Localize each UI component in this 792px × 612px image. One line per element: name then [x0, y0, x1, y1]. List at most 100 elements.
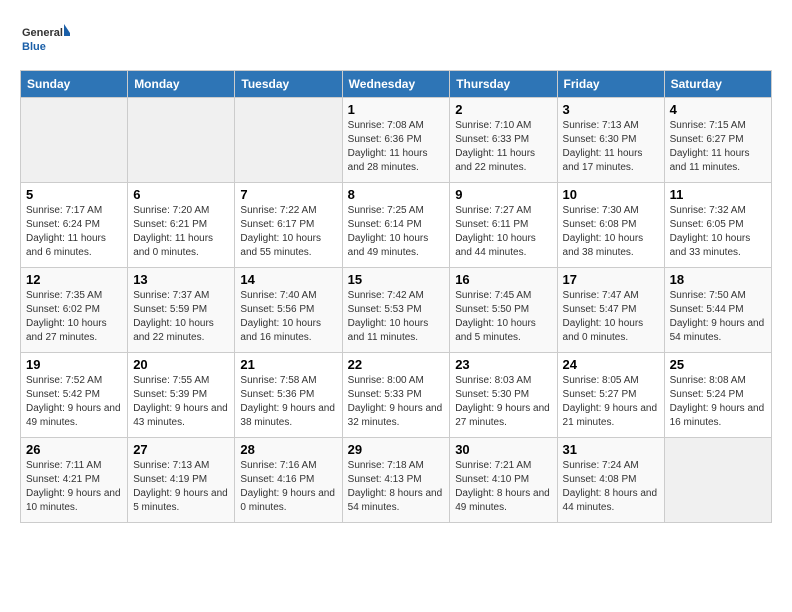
calendar-cell: 11 Sunrise: 7:32 AMSunset: 6:05 PMDayligh…	[664, 183, 771, 268]
calendar-week-row: 26Sunrise: 7:11 AMSunset: 4:21 PMDayligh…	[21, 438, 772, 523]
day-number: 28	[240, 442, 336, 457]
calendar-cell: 3Sunrise: 7:13 AMSunset: 6:30 PMDaylight…	[557, 98, 664, 183]
calendar-cell: 18 Sunrise: 7:50 AMSunset: 5:44 PMDayligh…	[664, 268, 771, 353]
calendar-cell: 20Sunrise: 7:55 AMSunset: 5:39 PMDayligh…	[128, 353, 235, 438]
day-number: 27	[133, 442, 229, 457]
calendar-cell: 10Sunrise: 7:30 AMSunset: 6:08 PMDayligh…	[557, 183, 664, 268]
calendar-cell	[21, 98, 128, 183]
cell-info: Sunrise: 7:40 AMSunset: 5:56 PMDaylight:…	[240, 289, 336, 345]
calendar-cell	[128, 98, 235, 183]
day-number: 8	[348, 187, 445, 202]
calendar-cell: 23 Sunrise: 8:03 AMSunset: 5:30 PMDayligh…	[450, 353, 557, 438]
day-number: 29	[348, 442, 445, 457]
cell-info: Sunrise: 7:45 AMSunset: 5:50 PMDaylight:…	[455, 289, 551, 345]
calendar-cell: 31 Sunrise: 7:24 AMSunset: 4:08 PMDayligh…	[557, 438, 664, 523]
days-header-row: SundayMondayTuesdayWednesdayThursdayFrid…	[21, 71, 772, 98]
cell-info: Sunrise: 7:25 AMSunset: 6:14 PMDaylight:…	[348, 204, 445, 260]
cell-info: Sunrise: 7:58 AMSunset: 5:36 PMDaylight:…	[240, 374, 336, 430]
cell-info: Sunrise: 8:05 AMSunset: 5:27 PMDaylight:…	[563, 374, 659, 430]
day-number: 2	[455, 102, 551, 117]
cell-info: Sunrise: 7:50 AMSunset: 5:44 PMDaylight:…	[670, 289, 766, 345]
day-number: 14	[240, 272, 336, 287]
cell-info: Sunrise: 8:00 AMSunset: 5:33 PMDaylight:…	[348, 374, 445, 430]
day-number: 10	[563, 187, 659, 202]
calendar-cell: 5 Sunrise: 7:17 AMSunset: 6:24 PMDaylight…	[21, 183, 128, 268]
day-number: 17	[563, 272, 659, 287]
day-number: 24	[563, 357, 659, 372]
calendar-cell: 12 Sunrise: 7:35 AMSunset: 6:02 PMDayligh…	[21, 268, 128, 353]
calendar-week-row: 5 Sunrise: 7:17 AMSunset: 6:24 PMDaylight…	[21, 183, 772, 268]
day-header-monday: Monday	[128, 71, 235, 98]
cell-info: Sunrise: 8:03 AMSunset: 5:30 PMDaylight:…	[455, 374, 551, 430]
cell-info: Sunrise: 7:32 AMSunset: 6:05 PMDaylight:…	[670, 204, 766, 260]
calendar-cell: 7Sunrise: 7:22 AMSunset: 6:17 PMDaylight…	[235, 183, 342, 268]
day-number: 11	[670, 187, 766, 202]
day-number: 13	[133, 272, 229, 287]
cell-info: Sunrise: 7:08 AMSunset: 6:36 PMDaylight:…	[348, 119, 445, 175]
calendar-cell: 9 Sunrise: 7:27 AMSunset: 6:11 PMDaylight…	[450, 183, 557, 268]
calendar-cell: 25 Sunrise: 8:08 AMSunset: 5:24 PMDayligh…	[664, 353, 771, 438]
cell-info: Sunrise: 7:42 AMSunset: 5:53 PMDaylight:…	[348, 289, 445, 345]
calendar-cell	[235, 98, 342, 183]
cell-info: Sunrise: 7:21 AMSunset: 4:10 PMDaylight:…	[455, 459, 551, 515]
calendar-cell: 28 Sunrise: 7:16 AMSunset: 4:16 PMDayligh…	[235, 438, 342, 523]
calendar-cell: 26Sunrise: 7:11 AMSunset: 4:21 PMDayligh…	[21, 438, 128, 523]
cell-info: Sunrise: 7:20 AMSunset: 6:21 PMDaylight:…	[133, 204, 229, 260]
cell-info: Sunrise: 7:10 AMSunset: 6:33 PMDaylight:…	[455, 119, 551, 175]
calendar-cell: 15 Sunrise: 7:42 AMSunset: 5:53 PMDayligh…	[342, 268, 450, 353]
calendar-cell: 22 Sunrise: 8:00 AMSunset: 5:33 PMDayligh…	[342, 353, 450, 438]
day-number: 5	[26, 187, 122, 202]
calendar-cell: 24 Sunrise: 8:05 AMSunset: 5:27 PMDayligh…	[557, 353, 664, 438]
day-header-sunday: Sunday	[21, 71, 128, 98]
logo-svg: General Blue	[20, 20, 70, 60]
day-number: 9	[455, 187, 551, 202]
cell-info: Sunrise: 7:52 AMSunset: 5:42 PMDaylight:…	[26, 374, 122, 430]
page-header: General Blue	[20, 20, 772, 60]
day-header-tuesday: Tuesday	[235, 71, 342, 98]
day-number: 12	[26, 272, 122, 287]
calendar-cell: 6 Sunrise: 7:20 AMSunset: 6:21 PMDaylight…	[128, 183, 235, 268]
calendar-week-row: 12 Sunrise: 7:35 AMSunset: 6:02 PMDayligh…	[21, 268, 772, 353]
day-number: 1	[348, 102, 445, 117]
svg-text:Blue: Blue	[22, 41, 46, 53]
calendar-cell: 17Sunrise: 7:47 AMSunset: 5:47 PMDayligh…	[557, 268, 664, 353]
logo: General Blue	[20, 20, 70, 60]
cell-info: Sunrise: 7:15 AMSunset: 6:27 PMDaylight:…	[670, 119, 766, 175]
calendar-cell: 8 Sunrise: 7:25 AMSunset: 6:14 PMDaylight…	[342, 183, 450, 268]
cell-info: Sunrise: 8:08 AMSunset: 5:24 PMDaylight:…	[670, 374, 766, 430]
cell-info: Sunrise: 7:27 AMSunset: 6:11 PMDaylight:…	[455, 204, 551, 260]
day-number: 25	[670, 357, 766, 372]
day-header-wednesday: Wednesday	[342, 71, 450, 98]
day-number: 15	[348, 272, 445, 287]
day-header-saturday: Saturday	[664, 71, 771, 98]
cell-info: Sunrise: 7:35 AMSunset: 6:02 PMDaylight:…	[26, 289, 122, 345]
day-number: 21	[240, 357, 336, 372]
day-number: 6	[133, 187, 229, 202]
day-header-thursday: Thursday	[450, 71, 557, 98]
day-number: 23	[455, 357, 551, 372]
cell-info: Sunrise: 7:17 AMSunset: 6:24 PMDaylight:…	[26, 204, 122, 260]
cell-info: Sunrise: 7:24 AMSunset: 4:08 PMDaylight:…	[563, 459, 659, 515]
calendar-cell	[664, 438, 771, 523]
calendar-week-row: 19 Sunrise: 7:52 AMSunset: 5:42 PMDayligh…	[21, 353, 772, 438]
cell-info: Sunrise: 7:11 AMSunset: 4:21 PMDaylight:…	[26, 459, 122, 515]
calendar-cell: 14 Sunrise: 7:40 AMSunset: 5:56 PMDayligh…	[235, 268, 342, 353]
day-header-friday: Friday	[557, 71, 664, 98]
day-number: 16	[455, 272, 551, 287]
calendar-week-row: 1 Sunrise: 7:08 AMSunset: 6:36 PMDaylight…	[21, 98, 772, 183]
day-number: 22	[348, 357, 445, 372]
cell-info: Sunrise: 7:37 AMSunset: 5:59 PMDaylight:…	[133, 289, 229, 345]
calendar-cell: 29Sunrise: 7:18 AMSunset: 4:13 PMDayligh…	[342, 438, 450, 523]
cell-info: Sunrise: 7:16 AMSunset: 4:16 PMDaylight:…	[240, 459, 336, 515]
cell-info: Sunrise: 7:55 AMSunset: 5:39 PMDaylight:…	[133, 374, 229, 430]
calendar-cell: 1 Sunrise: 7:08 AMSunset: 6:36 PMDaylight…	[342, 98, 450, 183]
day-number: 7	[240, 187, 336, 202]
svg-text:General: General	[22, 27, 63, 39]
day-number: 18	[670, 272, 766, 287]
calendar-cell: 21 Sunrise: 7:58 AMSunset: 5:36 PMDayligh…	[235, 353, 342, 438]
day-number: 31	[563, 442, 659, 457]
calendar-table: SundayMondayTuesdayWednesdayThursdayFrid…	[20, 70, 772, 523]
cell-info: Sunrise: 7:13 AMSunset: 6:30 PMDaylight:…	[563, 119, 659, 175]
calendar-cell: 27Sunrise: 7:13 AMSunset: 4:19 PMDayligh…	[128, 438, 235, 523]
day-number: 19	[26, 357, 122, 372]
